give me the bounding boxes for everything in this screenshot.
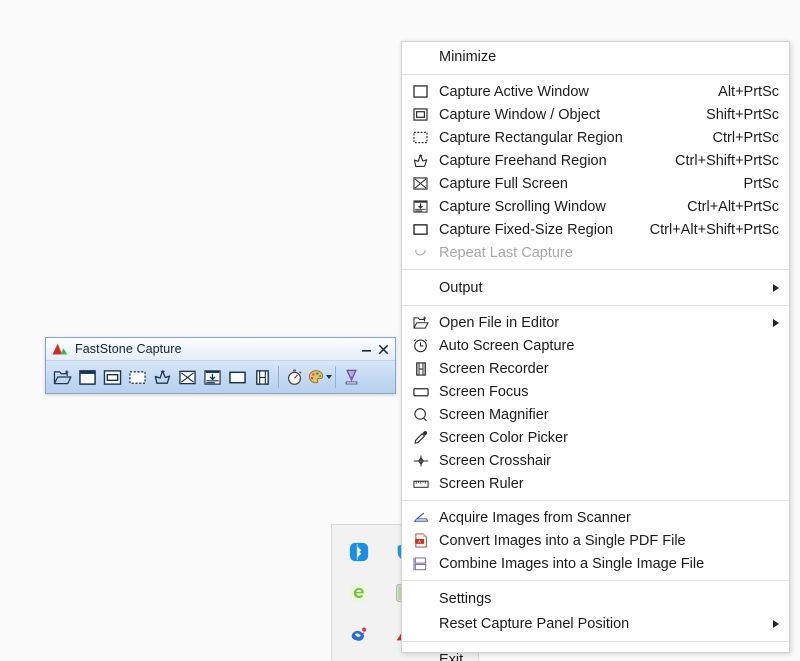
film-icon xyxy=(256,369,269,385)
toolbar-capture-active-window-button[interactable] xyxy=(75,365,100,390)
fixed-rect-icon xyxy=(229,371,246,383)
submenu-arrow-icon xyxy=(773,318,779,327)
faststone-capture-window: FastStone Capture xyxy=(45,337,396,394)
faststone-context-menu: Minimize Capture Active Window Alt+PrtSc… xyxy=(401,41,790,661)
toolbar-open-file-in-editor-button[interactable] xyxy=(50,365,75,390)
menu-separator-2 xyxy=(402,269,789,270)
menu-item-open-file-in-editor[interactable]: Open File in Editor xyxy=(402,311,789,334)
settings-brush-icon xyxy=(345,369,358,385)
menu-item-convert-images-to-pdf[interactable]: A Convert Images into a Single PDF File xyxy=(402,529,789,552)
toolbar-auto-screen-capture-button[interactable] xyxy=(282,365,307,390)
fullscreen-icon xyxy=(179,370,196,384)
menu-item-combine-images[interactable]: Combine Images into a Single Image File xyxy=(402,552,789,575)
crosshair-icon xyxy=(410,454,431,468)
menu-item-output[interactable]: Output xyxy=(402,275,789,300)
combine-images-icon xyxy=(410,556,431,571)
menu-item-acquire-images-from-scanner[interactable]: Acquire Images from Scanner xyxy=(402,506,789,529)
close-button[interactable] xyxy=(375,341,392,358)
window-title: FastStone Capture xyxy=(75,342,182,356)
ruler-icon xyxy=(410,478,431,490)
menu-item-exit[interactable]: Exit xyxy=(402,647,789,661)
menu-item-capture-scrolling-window[interactable]: Capture Scrolling Window Ctrl+Alt+PrtSc xyxy=(402,195,789,218)
menu-item-auto-screen-capture[interactable]: Auto Screen Capture xyxy=(402,334,789,357)
toolbar-capture-window-object-button[interactable] xyxy=(100,365,125,390)
menu-item-capture-window-object[interactable]: Capture Window / Object Shift+PrtSc xyxy=(402,103,789,126)
menu-item-minimize[interactable]: Minimize xyxy=(402,44,789,69)
scrolling-window-icon xyxy=(410,200,431,213)
capture-toolbar xyxy=(46,361,395,393)
toolbar-capture-rectangular-region-button[interactable] xyxy=(125,365,150,390)
dashed-rect-icon xyxy=(410,131,431,144)
minimize-button[interactable] xyxy=(358,341,375,358)
faststone-logo-icon xyxy=(52,343,68,355)
toolbar-output-options-button[interactable] xyxy=(307,365,332,390)
tray-item-internet-explorer[interactable] xyxy=(336,572,382,613)
fixed-rect-icon xyxy=(410,223,431,236)
menu-item-screen-recorder[interactable]: Screen Recorder xyxy=(402,357,789,380)
menu-separator-6 xyxy=(402,641,789,642)
menu-item-settings[interactable]: Settings xyxy=(402,586,789,611)
menu-item-capture-full-screen[interactable]: Capture Full Screen PrtSc xyxy=(402,172,789,195)
window-icon xyxy=(79,369,96,385)
toolbar-screen-recorder-button[interactable] xyxy=(250,365,275,390)
menu-item-capture-freehand-region[interactable]: Capture Freehand Region Ctrl+Shift+PrtSc xyxy=(402,149,789,172)
submenu-arrow-icon xyxy=(773,283,779,292)
window-object-icon xyxy=(410,108,431,121)
menu-separator-4 xyxy=(402,500,789,501)
menu-item-screen-crosshair[interactable]: Screen Crosshair xyxy=(402,449,789,472)
scanner-icon xyxy=(410,511,431,524)
open-folder-icon xyxy=(53,369,72,384)
scrolling-window-icon xyxy=(204,369,221,385)
toolbar-capture-full-screen-button[interactable] xyxy=(175,365,200,390)
toolbar-capture-fixed-size-region-button[interactable] xyxy=(225,365,250,390)
menu-item-repeat-last-capture: Repeat Last Capture xyxy=(402,241,789,264)
menu-item-capture-rectangular-region[interactable]: Capture Rectangular Region Ctrl+PrtSc xyxy=(402,126,789,149)
chevron-down-icon xyxy=(326,375,332,379)
eyedropper-icon xyxy=(410,430,431,445)
palette-icon xyxy=(308,370,324,384)
magnifier-icon xyxy=(410,407,431,422)
menu-separator-1 xyxy=(402,74,789,75)
toolbar-separator-2 xyxy=(335,366,336,388)
window-icon xyxy=(410,85,431,98)
bluetooth-icon xyxy=(349,542,369,561)
tray-item-bird-app[interactable] xyxy=(336,614,382,655)
menu-item-screen-color-picker[interactable]: Screen Color Picker xyxy=(402,426,789,449)
dashed-rect-icon xyxy=(129,370,146,384)
menu-item-capture-fixed-size-region[interactable]: Capture Fixed-Size Region Ctrl+Alt+Shift… xyxy=(402,218,789,241)
internet-explorer-icon xyxy=(349,583,369,603)
menu-separator-3 xyxy=(402,305,789,306)
menu-item-screen-ruler[interactable]: Screen Ruler xyxy=(402,472,789,495)
toolbar-settings-button[interactable] xyxy=(339,365,364,390)
tray-item-bluetooth[interactable] xyxy=(336,531,382,572)
close-icon xyxy=(378,344,389,354)
pdf-icon: A xyxy=(410,533,431,548)
clock-icon xyxy=(410,338,431,353)
toolbar-capture-scrolling-window-button[interactable] xyxy=(200,365,225,390)
freehand-icon xyxy=(154,369,171,384)
open-folder-icon xyxy=(410,316,431,330)
toolbar-capture-freehand-region-button[interactable] xyxy=(150,365,175,390)
stopwatch-icon xyxy=(287,369,302,385)
menu-separator-5 xyxy=(402,580,789,581)
menu-item-reset-capture-panel-position[interactable]: Reset Capture Panel Position xyxy=(402,611,789,636)
window-object-icon xyxy=(103,369,122,385)
minimize-icon xyxy=(362,349,371,352)
focus-rect-icon xyxy=(410,386,431,398)
repeat-icon xyxy=(410,246,431,259)
menu-item-screen-focus[interactable]: Screen Focus xyxy=(402,380,789,403)
window-titlebar[interactable]: FastStone Capture xyxy=(46,338,395,361)
menu-item-capture-active-window[interactable]: Capture Active Window Alt+PrtSc xyxy=(402,80,789,103)
menu-item-screen-magnifier[interactable]: Screen Magnifier xyxy=(402,403,789,426)
submenu-arrow-icon xyxy=(773,619,779,628)
film-icon xyxy=(410,361,431,376)
freehand-icon xyxy=(410,153,431,168)
screen: FastStone Capture Minimize Capture Activ… xyxy=(0,0,800,661)
toolbar-separator-1 xyxy=(278,366,279,388)
bird-app-icon xyxy=(351,627,367,642)
fullscreen-icon xyxy=(410,177,431,190)
svg-text:A: A xyxy=(418,539,421,544)
